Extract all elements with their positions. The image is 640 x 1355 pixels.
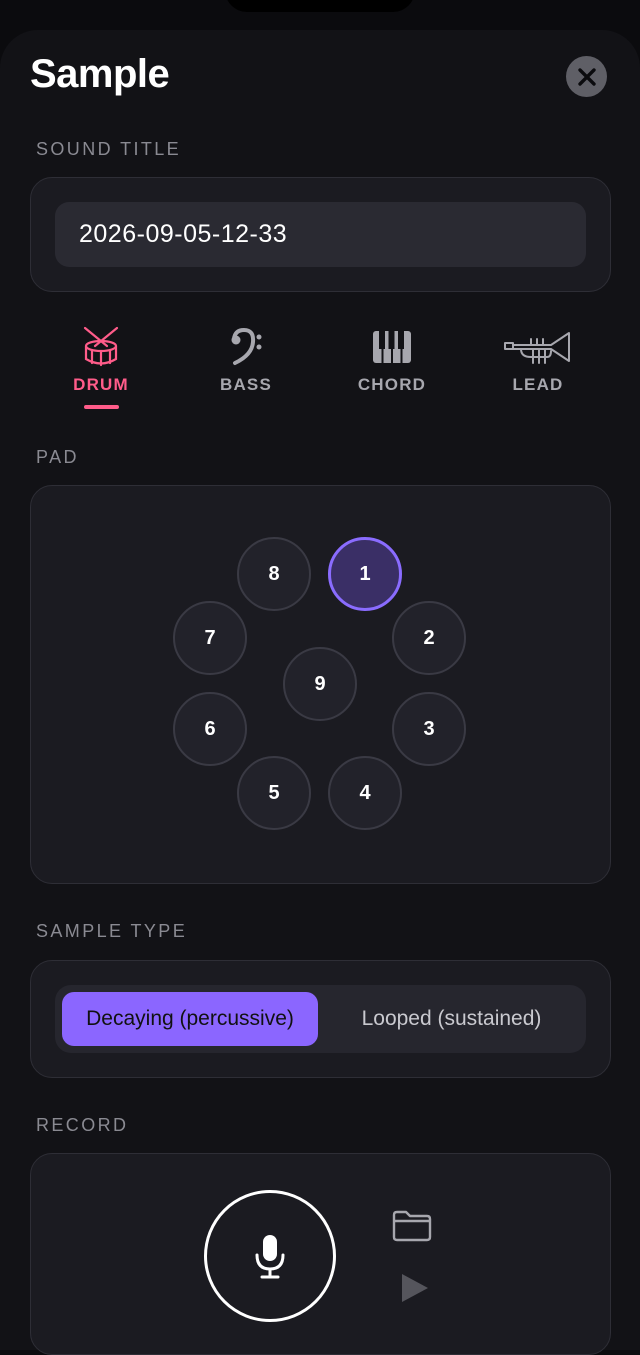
pad-5[interactable]: 5	[237, 756, 311, 830]
tab-label: LEAD	[512, 375, 564, 394]
pad-label: PAD	[36, 447, 79, 467]
tab-lead[interactable]: LEAD	[483, 325, 593, 395]
tab-bass[interactable]: BASS	[191, 325, 301, 395]
active-tab-indicator	[84, 405, 119, 409]
sample-type-decaying[interactable]: Decaying (percussive)	[62, 992, 318, 1046]
pad-6[interactable]: 6	[173, 692, 247, 766]
sample-type-card: Decaying (percussive) Looped (sustained)	[30, 960, 611, 1078]
pad-8[interactable]: 8	[237, 537, 311, 611]
pad-9[interactable]: 9	[283, 647, 357, 721]
tab-label: DRUM	[73, 375, 129, 394]
sound-title-input[interactable]	[55, 202, 586, 267]
trumpet-icon	[504, 332, 570, 364]
pad-1[interactable]: 1	[328, 537, 402, 611]
open-file-button[interactable]	[392, 1210, 432, 1247]
pad-4[interactable]: 4	[328, 756, 402, 830]
page-title: Sample	[30, 52, 170, 96]
pad-7[interactable]: 7	[173, 601, 247, 675]
record-label: RECORD	[36, 1115, 129, 1135]
close-icon	[577, 67, 596, 86]
record-button[interactable]	[204, 1190, 336, 1322]
microphone-icon	[255, 1235, 285, 1279]
sample-type-looped[interactable]: Looped (sustained)	[323, 992, 580, 1046]
play-button[interactable]	[400, 1272, 430, 1309]
close-button[interactable]	[566, 56, 607, 97]
play-icon	[402, 1274, 428, 1302]
tab-label: CHORD	[357, 375, 427, 394]
tab-chord[interactable]: CHORD	[337, 325, 447, 395]
tab-drum[interactable]: DRUM	[46, 325, 156, 395]
device-notch	[225, 0, 415, 12]
sound-title-card	[30, 177, 611, 292]
pad-2[interactable]: 2	[392, 601, 466, 675]
bass-clef-icon	[231, 327, 262, 365]
folder-icon	[392, 1210, 432, 1242]
drum-icon	[83, 326, 119, 367]
sample-type-segmented-control: Decaying (percussive) Looped (sustained)	[55, 985, 586, 1053]
pad-3[interactable]: 3	[392, 692, 466, 766]
sample-type-label: SAMPLE TYPE	[36, 921, 188, 941]
piano-keys-icon	[373, 331, 411, 363]
tab-label: BASS	[219, 375, 273, 394]
sound-title-label: SOUND TITLE	[36, 139, 182, 159]
